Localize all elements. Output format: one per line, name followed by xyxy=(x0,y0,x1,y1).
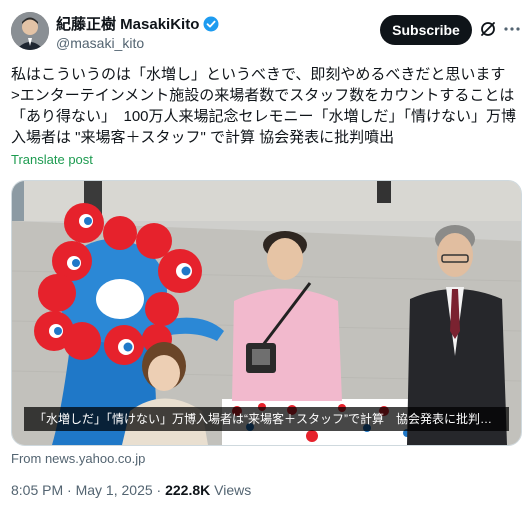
author-name-text: 紀藤正樹 MasakiKito xyxy=(56,16,200,33)
author-display-name[interactable]: 紀藤正樹 MasakiKito xyxy=(56,13,219,34)
author-handle[interactable]: @masaki_kito xyxy=(56,35,144,51)
press-photo xyxy=(12,181,521,445)
translate-post-link[interactable]: Translate post xyxy=(11,152,93,167)
media-caption: 「水増しだ」「情けない」万博入場者は“来場客＋スタッフ”で計算 協会発表に批判… xyxy=(24,407,509,431)
avatar[interactable] xyxy=(11,12,49,50)
meta-separator: · xyxy=(63,482,76,498)
views-label: Views xyxy=(210,482,252,498)
views-count[interactable]: 222.8K xyxy=(165,482,210,498)
subscribe-button[interactable]: Subscribe xyxy=(380,15,472,45)
post-text: 私はこういうのは「水増し」というべきで、即刻やめるべきだと思います >エンターテ… xyxy=(11,66,517,146)
post-meta: 8:05 PM · May 1, 2025 · 222.8K Views xyxy=(11,482,251,498)
post-time[interactable]: 8:05 PM xyxy=(11,482,63,498)
grok-icon[interactable] xyxy=(480,21,496,37)
meta-separator: · xyxy=(152,482,166,498)
more-options-icon[interactable] xyxy=(503,20,521,38)
post-image[interactable]: 「水増しだ」「情けない」万博入場者は“来場客＋スタッフ”で計算 協会発表に批判… xyxy=(11,180,522,446)
verified-badge-icon xyxy=(203,16,219,31)
post-date[interactable]: May 1, 2025 xyxy=(76,482,153,498)
link-source[interactable]: From news.yahoo.co.jp xyxy=(11,451,145,466)
